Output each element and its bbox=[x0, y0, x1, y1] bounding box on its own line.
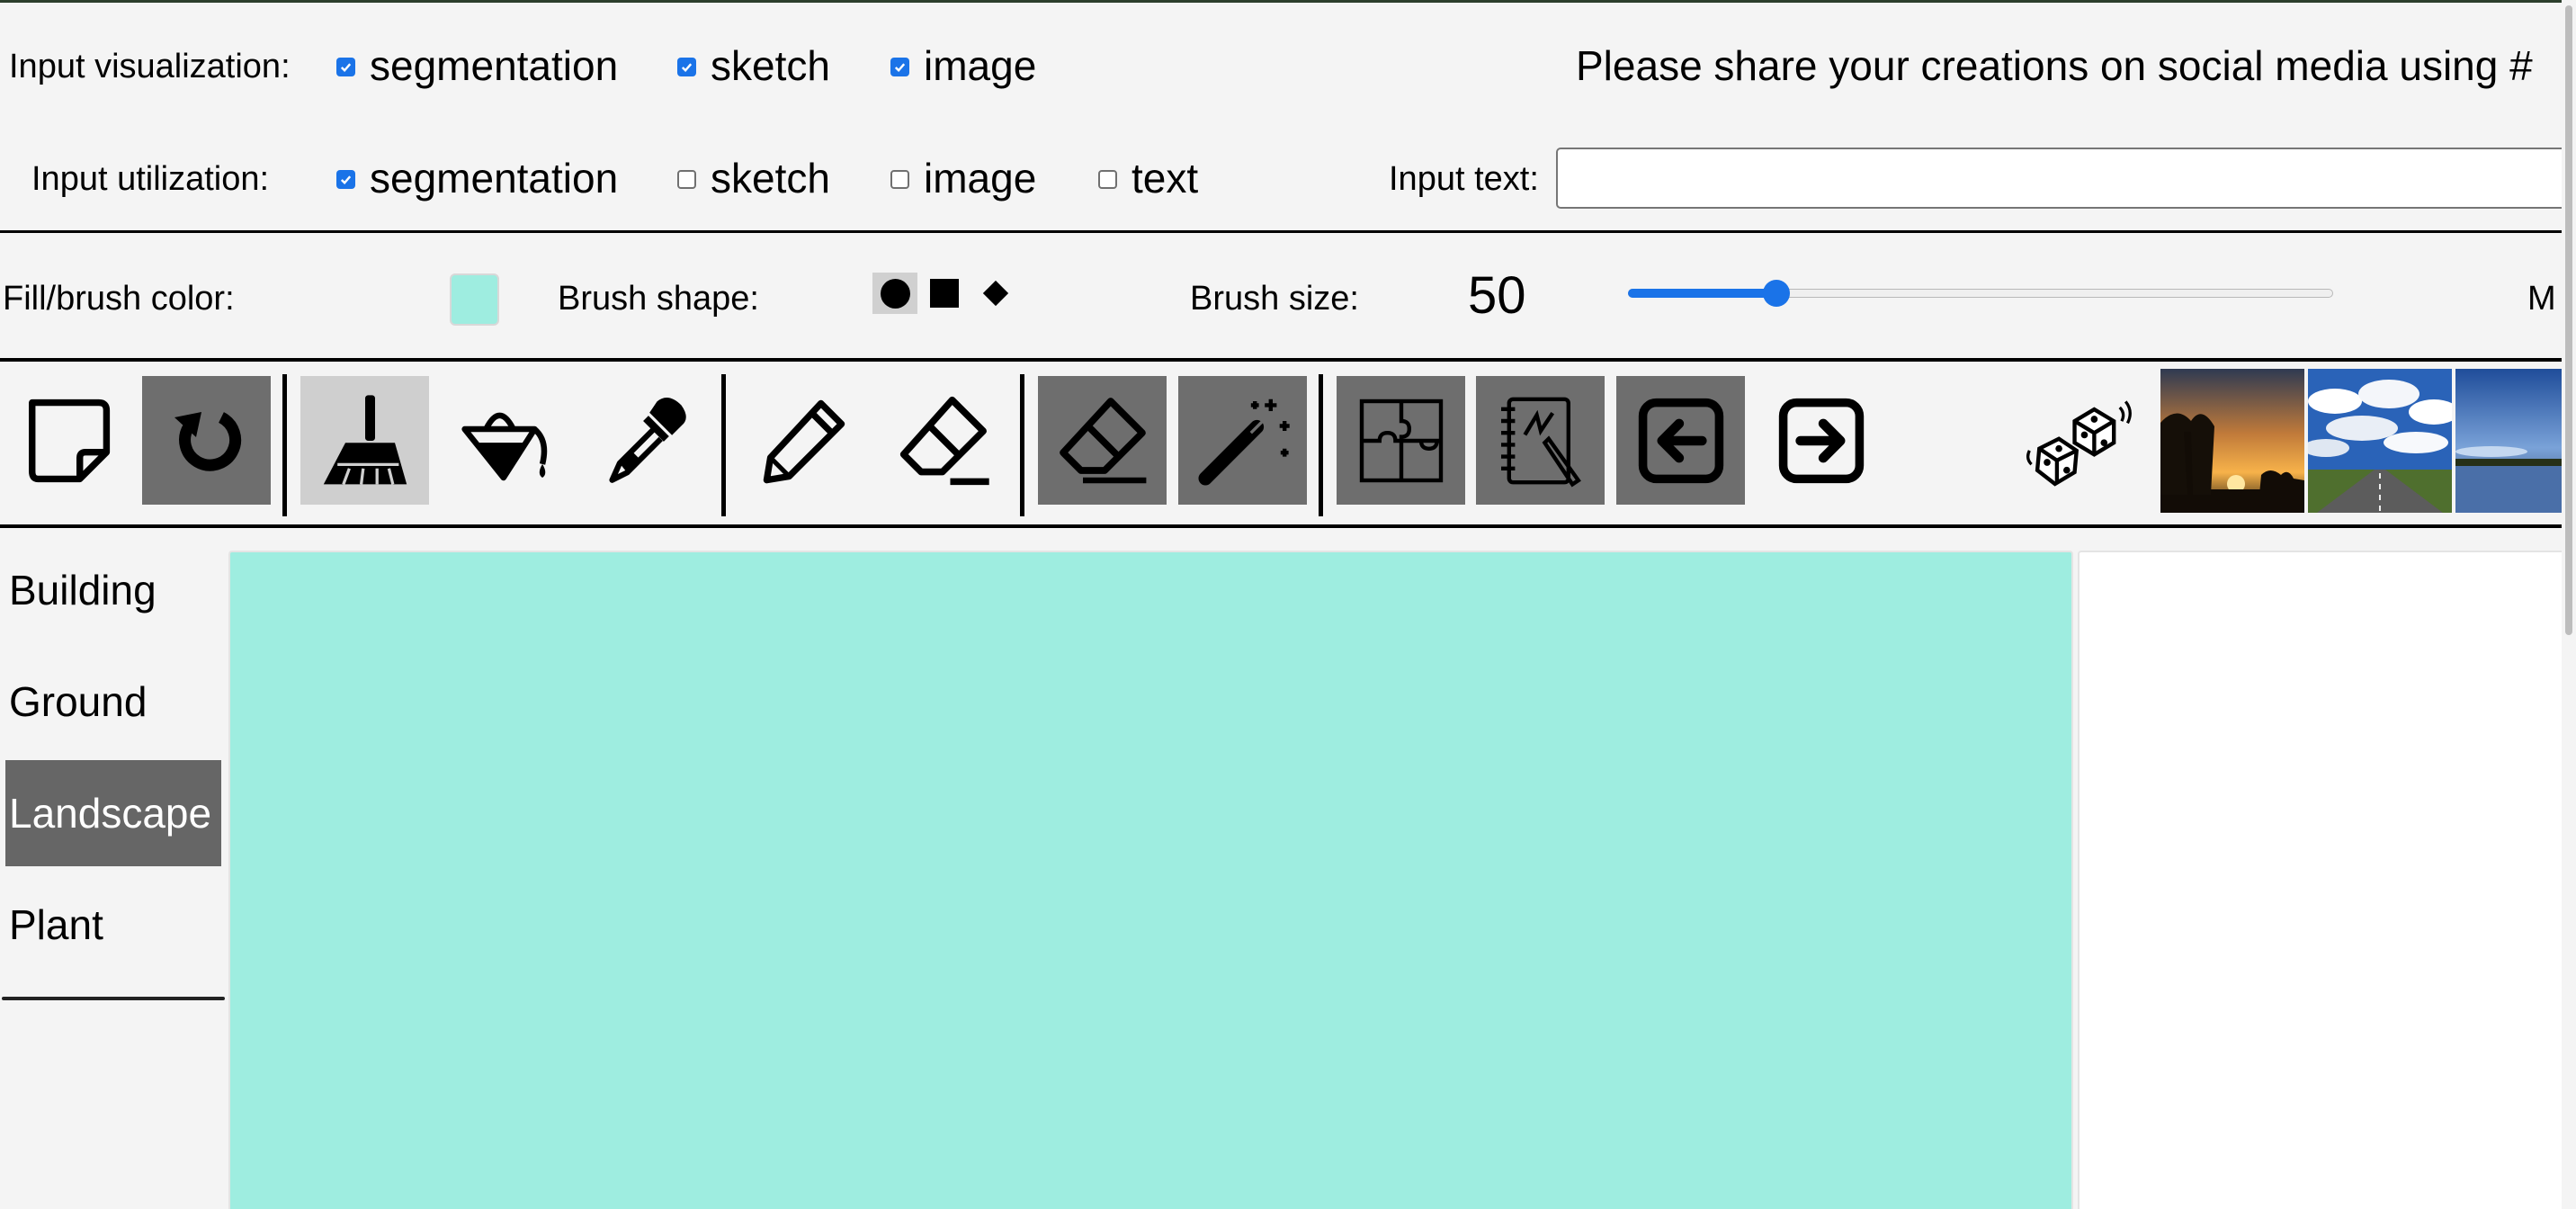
toolbar-separator-2 bbox=[721, 374, 726, 516]
line-eraser-button[interactable] bbox=[880, 376, 1008, 505]
undo-icon bbox=[174, 411, 241, 471]
brush-shape-square[interactable] bbox=[930, 279, 959, 308]
new-canvas-icon bbox=[28, 399, 110, 482]
magic-wand-button[interactable] bbox=[1178, 376, 1307, 505]
brush-size-slider[interactable] bbox=[1628, 280, 2333, 307]
vis-segmentation-checkbox[interactable] bbox=[336, 58, 355, 76]
divider-1 bbox=[0, 230, 2576, 233]
road-sky-thumbnail[interactable] bbox=[2308, 369, 2452, 513]
fill-color-label: Fill/brush color: bbox=[3, 280, 235, 318]
eyedropper-icon bbox=[608, 397, 686, 483]
toolbar-separator-4 bbox=[1319, 374, 1323, 516]
vis-sketch-checkbox[interactable] bbox=[677, 58, 696, 76]
category-ground[interactable]: Ground bbox=[5, 649, 221, 755]
util-segmentation-checkbox[interactable] bbox=[336, 170, 355, 189]
pencil-button[interactable] bbox=[739, 376, 868, 505]
line-eraser-icon bbox=[899, 396, 989, 485]
back-arrow-icon bbox=[1638, 398, 1723, 483]
category-building[interactable]: Building bbox=[5, 537, 221, 643]
vertical-scrollbar[interactable] bbox=[2562, 0, 2576, 1209]
util-image-checkbox[interactable] bbox=[890, 170, 909, 189]
input-utilization-label: Input utilization: bbox=[31, 160, 270, 198]
util-sketch-label: sketch bbox=[711, 155, 830, 202]
sunset-thumbnail[interactable] bbox=[2160, 369, 2304, 513]
truncated-right-label: M bbox=[2527, 280, 2556, 318]
util-segmentation-label: segmentation bbox=[370, 155, 619, 202]
brush-shape-circle[interactable] bbox=[872, 273, 917, 314]
input-text-field[interactable] bbox=[1556, 148, 2576, 209]
brush-size-value: 50 bbox=[1468, 266, 1526, 325]
puzzle-button[interactable] bbox=[1337, 376, 1465, 505]
lake-thumbnail[interactable] bbox=[2455, 369, 2576, 513]
paint-bucket-icon bbox=[461, 412, 547, 480]
output-panel bbox=[2078, 551, 2563, 1209]
vis-image-checkbox[interactable] bbox=[890, 58, 909, 76]
input-text-label: Input text: bbox=[1389, 160, 1539, 198]
random-button[interactable] bbox=[2026, 391, 2133, 490]
brush-size-label: Brush size: bbox=[1190, 280, 1359, 318]
broom-icon bbox=[323, 394, 407, 485]
broom-button[interactable] bbox=[300, 376, 429, 505]
brush-shape-label: Brush shape: bbox=[558, 280, 759, 318]
toolbar-separator-3 bbox=[1020, 374, 1024, 516]
forward-arrow-icon bbox=[1778, 398, 1864, 483]
undo-button[interactable] bbox=[142, 376, 271, 505]
util-text-label: text bbox=[1131, 155, 1199, 202]
category-plant[interactable]: Plant bbox=[5, 872, 221, 978]
divider-2 bbox=[0, 358, 2576, 362]
paint-bucket-button[interactable] bbox=[441, 376, 569, 505]
util-image-label: image bbox=[924, 155, 1037, 202]
puzzle-icon bbox=[1359, 399, 1443, 482]
dice-icon bbox=[2026, 400, 2132, 487]
vis-segmentation-label: segmentation bbox=[370, 42, 619, 89]
eraser-button[interactable] bbox=[1038, 376, 1167, 505]
category-landscape[interactable]: Landscape bbox=[5, 760, 221, 866]
segmentation-canvas[interactable] bbox=[228, 551, 2073, 1209]
divider-3 bbox=[0, 524, 2562, 528]
new-canvas-button[interactable] bbox=[4, 376, 132, 505]
util-text-checkbox[interactable] bbox=[1098, 170, 1117, 189]
sketchbook-icon bbox=[1500, 397, 1581, 487]
slider-fill bbox=[1628, 289, 1776, 298]
util-sketch-checkbox[interactable] bbox=[677, 170, 696, 189]
scrollbar-thumb[interactable] bbox=[2565, 5, 2572, 635]
eraser-icon bbox=[1059, 397, 1146, 483]
pencil-icon bbox=[763, 399, 845, 483]
magic-wand-icon bbox=[1198, 399, 1290, 485]
toolbar-separator-1 bbox=[282, 374, 287, 516]
top-border bbox=[0, 0, 2576, 3]
vis-sketch-label: sketch bbox=[711, 42, 830, 89]
forward-button[interactable] bbox=[1757, 376, 1885, 505]
input-visualization-label: Input visualization: bbox=[9, 48, 291, 85]
fill-color-swatch[interactable] bbox=[450, 273, 499, 326]
share-message: Please share your creations on social me… bbox=[1576, 42, 2533, 89]
circle-icon bbox=[880, 278, 910, 309]
eyedropper-button[interactable] bbox=[581, 376, 710, 505]
sketchbook-button[interactable] bbox=[1476, 376, 1605, 505]
vis-image-label: image bbox=[924, 42, 1037, 89]
slider-thumb[interactable] bbox=[1762, 280, 1790, 307]
category-list-bottom-border bbox=[2, 997, 225, 1000]
back-button[interactable] bbox=[1616, 376, 1745, 505]
brush-shape-diamond[interactable] bbox=[982, 280, 1009, 307]
